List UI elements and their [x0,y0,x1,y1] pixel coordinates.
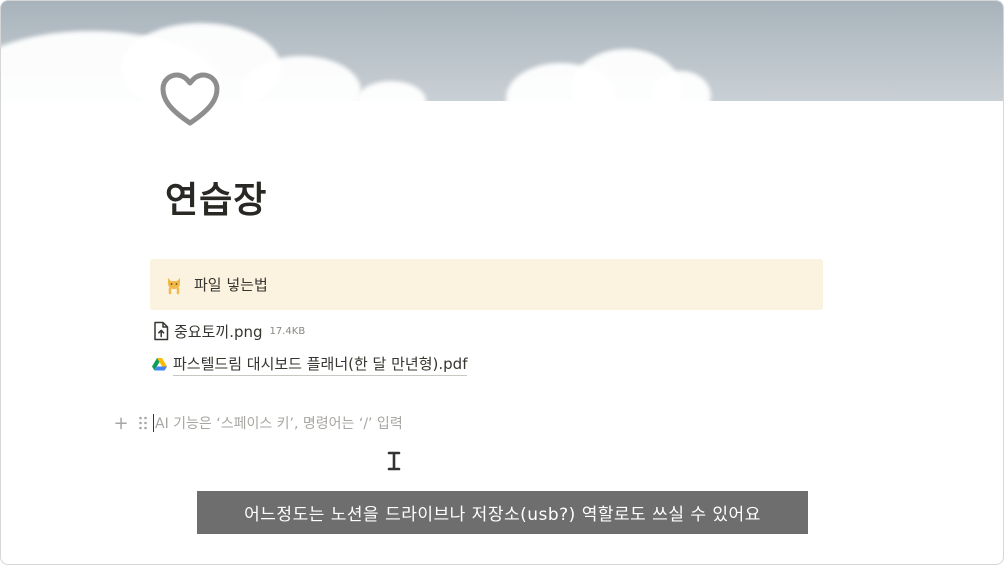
callout-block[interactable]: 파일 넣는법 [150,259,823,310]
empty-block[interactable]: + AI 기능은 ‘스페이스 키’, 명령어는 ‘/’ 입력 [111,411,403,435]
window-frame: 연습장 파일 넣는법 중요토끼.png 17.4KB 파스텔드림 대시보드 플래… [0,0,1004,565]
text-caret [153,414,154,432]
callout-text: 파일 넣는법 [194,276,268,294]
drag-handle-icon[interactable] [137,415,149,431]
file-size: 17.4KB [269,325,306,337]
cloud-shape [356,81,426,101]
cat-emoji-icon[interactable] [164,275,184,295]
file-attachment[interactable]: 중요토끼.png 17.4KB [152,319,305,343]
page-cover[interactable] [1,1,1003,101]
file-name[interactable]: 중요토끼.png [174,321,263,342]
ibeam-cursor-icon [387,451,401,471]
drive-link[interactable]: 파스텔드림 대시보드 플래너(한 달 만년형).pdf [152,352,468,376]
file-upload-icon [154,321,169,341]
video-subtitle: 어느정도는 노션을 드라이브나 저장소(usb?) 역할로도 쓰실 수 있어요 [197,491,808,534]
google-drive-icon [152,357,167,370]
page-title[interactable]: 연습장 [165,171,267,223]
subtitle-text: 어느정도는 노션을 드라이브나 저장소(usb?) 역할로도 쓰실 수 있어요 [244,505,761,525]
block-placeholder[interactable]: AI 기능은 ‘스페이스 키’, 명령어는 ‘/’ 입력 [155,413,403,433]
add-block-icon[interactable]: + [111,413,131,434]
drive-link-name[interactable]: 파스텔드림 대시보드 플래너(한 달 만년형).pdf [173,353,468,376]
heart-outline-icon[interactable] [159,71,221,129]
